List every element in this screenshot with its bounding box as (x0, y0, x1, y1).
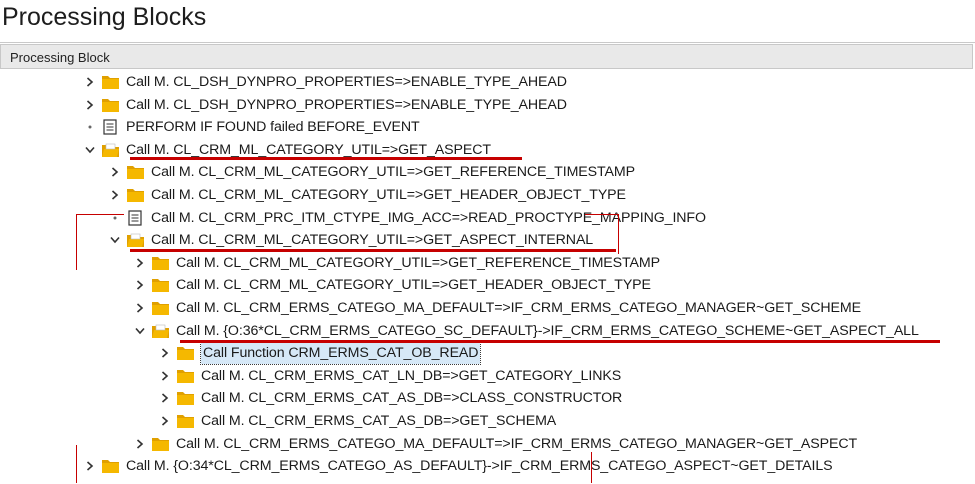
annotation-underline-get-aspect-internal (130, 249, 616, 252)
folder-icon (151, 436, 170, 452)
chevron-right-icon[interactable] (107, 184, 123, 206)
chevron-right-icon[interactable] (82, 71, 98, 93)
tree-row[interactable]: Call M. CL_CRM_ERMS_CAT_AS_DB=>GET_SCHEM… (157, 410, 556, 432)
tree-row[interactable]: Call M. CL_CRM_ERMS_CAT_AS_DB=>CLASS_CON… (157, 387, 622, 409)
tree-row[interactable]: Call M. CL_CRM_ERMS_CATEGO_MA_DEFAULT=>I… (132, 297, 861, 319)
tree-row-label: Call M. CL_CRM_PRC_ITM_CTYPE_IMG_ACC=>RE… (151, 209, 706, 226)
chevron-right-icon[interactable] (132, 252, 148, 274)
chevron-right-icon[interactable] (107, 161, 123, 183)
tree-row-label: Call M. CL_CRM_ML_CATEGORY_UTIL=>GET_HEA… (176, 277, 651, 294)
annotation-bracket-top (76, 214, 124, 215)
annotation-underline-get-aspect-all (180, 340, 940, 343)
tree-row-label: Call M. {O:34*CL_CRM_ERMS_CATEGO_AS_DEFA… (126, 458, 833, 475)
annotation-underline-get-aspect (130, 157, 522, 160)
tree-row[interactable]: Call M. CL_DSH_DYNPRO_PROPERTIES=>ENABLE… (82, 94, 567, 116)
chevron-down-icon[interactable] (107, 229, 123, 251)
chevron-right-icon[interactable] (132, 297, 148, 319)
tree-row[interactable]: Call M. CL_CRM_ERMS_CAT_LN_DB=>GET_CATEG… (157, 365, 621, 387)
tree-row[interactable]: Call M. CL_CRM_ML_CATEGORY_UTIL=>GET_REF… (132, 252, 660, 274)
tree-row[interactable]: Call M. CL_CRM_PRC_ITM_CTYPE_IMG_ACC=>RE… (107, 207, 706, 229)
chevron-right-icon[interactable] (82, 94, 98, 116)
tree-row-label: Call M. CL_CRM_ML_CATEGORY_UTIL=>GET_ASP… (151, 232, 594, 249)
folder-icon (151, 300, 170, 316)
bullet-icon (82, 116, 98, 138)
tree-row[interactable]: Call Function CRM_ERMS_CAT_OB_READ (157, 341, 482, 366)
document-icon (126, 209, 145, 226)
folder-icon (126, 187, 145, 203)
tree-row-label: Call M. CL_DSH_DYNPRO_PROPERTIES=>ENABLE… (126, 74, 567, 90)
folder-icon (101, 74, 120, 90)
tree-row[interactable]: Call M. CL_CRM_ML_CATEGORY_UTIL=>GET_ASP… (107, 229, 593, 251)
tree-row-label: Call M. {O:36*CL_CRM_ERMS_CATEGO_SC_DEFA… (176, 322, 919, 339)
tree-row[interactable]: PERFORM IF FOUND failed BEFORE_EVENT (82, 116, 420, 138)
tree-row-label: Call M. CL_CRM_ERMS_CATEGO_MA_DEFAULT=>I… (176, 300, 861, 316)
tree-row-label: Call Function CRM_ERMS_CAT_OB_READ (199, 341, 482, 366)
folder-icon (176, 413, 195, 429)
tree-row-label: Call M. CL_CRM_ERMS_CAT_AS_DB=>CLASS_CON… (201, 390, 623, 407)
tree-row-label: Call M. CL_CRM_ML_CATEGORY_UTIL=>GET_REF… (176, 254, 660, 271)
folder-open-icon (101, 142, 120, 158)
chevron-right-icon[interactable] (132, 274, 148, 296)
tree-row-label: Call M. CL_CRM_ERMS_CAT_LN_DB=>GET_CATEG… (201, 367, 622, 384)
folder-icon (151, 277, 170, 293)
annotation-line-right-bottom (591, 452, 592, 483)
tree-row[interactable]: Call M. {O:36*CL_CRM_ERMS_CATEGO_SC_DEFA… (132, 320, 919, 342)
chevron-down-icon[interactable] (82, 139, 98, 161)
folder-icon (101, 97, 120, 113)
tree-row[interactable]: Call M. CL_CRM_ML_CATEGORY_UTIL=>GET_HEA… (107, 184, 626, 206)
folder-icon (176, 345, 195, 361)
document-icon (101, 119, 120, 135)
folder-icon (176, 368, 195, 384)
annotation-bracket-right-top (618, 214, 619, 254)
bullet-icon (107, 207, 123, 229)
tree-row[interactable]: Call M. CL_CRM_ML_CATEGORY_UTIL=>GET_REF… (107, 161, 635, 183)
folder-icon (176, 390, 195, 406)
tree-row[interactable]: Call M. {O:34*CL_CRM_ERMS_CATEGO_AS_DEFA… (82, 455, 833, 477)
tree-row-label: Call M. CL_CRM_ERMS_CAT_AS_DB=>GET_SCHEM… (201, 413, 557, 429)
chevron-down-icon[interactable] (132, 320, 148, 342)
annotation-line-left-bottom (76, 445, 77, 483)
tree-row-label: PERFORM IF FOUND failed BEFORE_EVENT (126, 119, 420, 136)
folder-icon (126, 164, 145, 180)
annotation-bracket-right-top-h (585, 214, 618, 215)
tree-row[interactable]: Call M. CL_CRM_ML_CATEGORY_UTIL=>GET_HEA… (132, 274, 651, 296)
page-title: Processing Blocks (2, 3, 207, 31)
tree-row[interactable]: Call M. CL_CRM_ERMS_CATEGO_MA_DEFAULT=>I… (132, 433, 857, 455)
folder-icon (151, 255, 170, 271)
annotation-bracket-left (76, 214, 77, 270)
folder-open-icon (151, 323, 170, 339)
folder-icon (101, 458, 120, 474)
folder-open-icon (126, 232, 145, 248)
tree-row-label: Call M. CL_DSH_DYNPRO_PROPERTIES=>ENABLE… (126, 96, 567, 113)
chevron-right-icon[interactable] (157, 387, 173, 409)
chevron-right-icon[interactable] (157, 410, 173, 432)
tree-row-label: Call M. CL_CRM_ERMS_CATEGO_MA_DEFAULT=>I… (176, 435, 858, 452)
chevron-right-icon[interactable] (157, 365, 173, 387)
tree-row-label: Call M. CL_CRM_ML_CATEGORY_UTIL=>GET_HEA… (151, 187, 626, 203)
tree-row-label: Call M. CL_CRM_ML_CATEGORY_UTIL=>GET_REF… (151, 164, 635, 181)
chevron-right-icon[interactable] (132, 433, 148, 455)
chevron-right-icon[interactable] (82, 455, 98, 477)
tree-row[interactable]: Call M. CL_DSH_DYNPRO_PROPERTIES=>ENABLE… (82, 71, 567, 93)
chevron-right-icon[interactable] (157, 342, 173, 364)
column-header-processing-block[interactable]: Processing Block (0, 44, 973, 69)
